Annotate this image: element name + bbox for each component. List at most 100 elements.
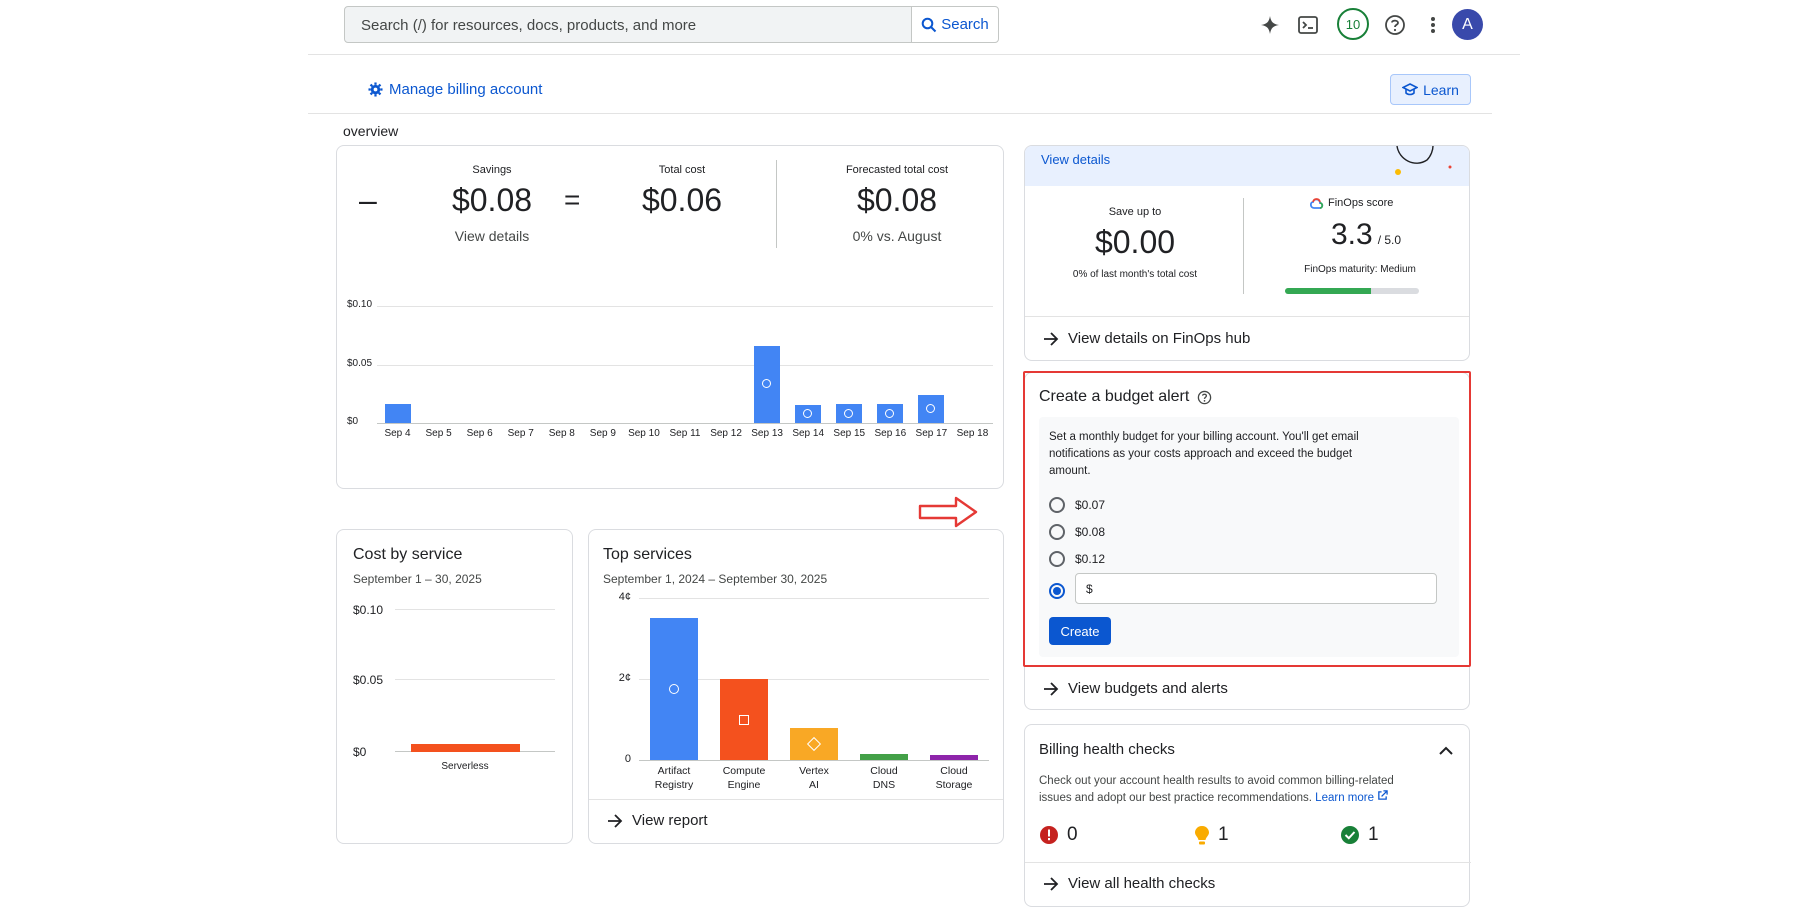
gridline xyxy=(395,679,555,680)
finops-score-label: FinOps score xyxy=(1328,197,1394,209)
gridline xyxy=(639,598,989,599)
health-errors: 0 xyxy=(1039,824,1078,846)
view-budgets-label: View budgets and alerts xyxy=(1068,680,1228,697)
search-input[interactable]: Search (/) for resources, docs, products… xyxy=(361,17,696,34)
arrow-forward-icon xyxy=(1044,331,1059,346)
forecast-value: $0.08 xyxy=(856,182,938,218)
bar-marker xyxy=(844,408,854,418)
savings-value: $0.08 xyxy=(451,182,533,218)
avatar[interactable]: A xyxy=(1452,9,1483,40)
budget-title-row: Create a budget alert xyxy=(1039,388,1212,406)
finops-divider xyxy=(1243,198,1244,294)
search-button-label: Search xyxy=(941,16,989,33)
budget-option-radio[interactable] xyxy=(1049,524,1065,540)
gemini-sparkle-icon[interactable] xyxy=(1257,12,1283,38)
header-divider xyxy=(308,54,1520,55)
health-description-block: Check out your account health results to… xyxy=(1039,773,1429,807)
forecast-label: Forecasted total cost xyxy=(845,164,949,176)
finops-maturity: FinOps maturity: Medium xyxy=(1304,264,1416,275)
help-icon[interactable] xyxy=(1382,12,1408,38)
billing-health-card: Billing health checks Check out your acc… xyxy=(1024,724,1471,907)
savings-view-details-link[interactable]: View details xyxy=(417,228,567,244)
budget-card: Create a budget alert Set a monthly budg… xyxy=(1023,371,1471,710)
create-budget-button[interactable]: Create xyxy=(1049,617,1111,645)
health-title: Billing health checks xyxy=(1039,741,1175,758)
cbs-category-label: Serverless xyxy=(441,761,489,772)
x-tick-label: Vertex AI xyxy=(799,765,829,791)
view-all-label: View all health checks xyxy=(1068,875,1216,892)
top-services-chart: 4¢ 2¢ 0 Artifact Registry Compute Engine Vert… xyxy=(589,590,1005,791)
budget-option-label: $0.08 xyxy=(1075,525,1106,539)
error-count: 0 xyxy=(1067,824,1078,845)
bar-marker xyxy=(885,408,895,418)
y-tick-label: 0 xyxy=(624,753,631,765)
view-budgets-link[interactable]: View budgets and alerts xyxy=(1043,680,1228,697)
search-button[interactable]: Search xyxy=(911,6,999,43)
finops-score-max: / 5.0 xyxy=(1377,233,1402,247)
finops-hub-link[interactable]: View details on FinOps hub xyxy=(1043,330,1250,347)
divider xyxy=(1025,862,1471,863)
daily-cost-bar[interactable] xyxy=(384,404,411,423)
illustration-icon xyxy=(1395,146,1452,175)
lightbulb-icon xyxy=(1195,825,1209,844)
service-cost-bar[interactable] xyxy=(930,755,978,760)
cbs-y-tick: $0 xyxy=(353,745,367,759)
arrow-forward-icon xyxy=(1044,876,1059,891)
equals-sign: = xyxy=(564,184,581,215)
school-icon xyxy=(1402,83,1419,96)
overview-card: – Savings $0.08 View details = Total cos… xyxy=(336,145,1004,489)
gridline xyxy=(395,609,555,610)
x-tick-label: Compute Engine xyxy=(722,765,766,791)
top-services-date: September 1, 2024 – September 30, 2025 xyxy=(603,572,828,586)
notifications-badge[interactable]: 10 xyxy=(1337,8,1369,40)
learn-button[interactable]: Learn xyxy=(1390,74,1471,105)
gridline xyxy=(377,364,993,366)
top-services-card: Top services September 1, 2024 – Septemb… xyxy=(588,529,1004,844)
avatar-letter: A xyxy=(1462,15,1473,33)
gridline xyxy=(377,423,993,424)
help-icon[interactable] xyxy=(1197,390,1212,405)
budget-custom-radio[interactable] xyxy=(1049,583,1065,599)
ok-count: 1 xyxy=(1368,824,1379,845)
x-tick-label: Cloud DNS xyxy=(870,765,898,791)
save-value: $0.00 xyxy=(1094,224,1176,260)
search-bar[interactable]: Search (/) for resources, docs, products… xyxy=(344,6,999,43)
y-tick-label: $0.10 xyxy=(347,299,373,310)
bar-marker xyxy=(739,714,749,725)
chevron-up-icon[interactable] xyxy=(1439,746,1453,755)
manage-billing-account-link[interactable]: Manage billing account xyxy=(368,81,542,98)
x-tick-label: Artifact Registry xyxy=(654,765,694,791)
health-warnings: 1 xyxy=(1194,824,1229,846)
budget-inner-panel: Set a monthly budget for your billing ac… xyxy=(1039,417,1459,657)
cloud-shell-icon[interactable] xyxy=(1295,12,1321,38)
y-tick-label: $0 xyxy=(347,416,359,427)
total-cost-value: $0.06 xyxy=(641,182,723,218)
cost-by-service-date: September 1 – 30, 2025 xyxy=(353,572,482,586)
manage-billing-label: Manage billing account xyxy=(389,81,543,98)
save-sub: 0% of last month's total cost xyxy=(1072,269,1198,280)
budget-amount-input[interactable]: $ xyxy=(1075,573,1437,604)
service-cost-bar[interactable] xyxy=(860,753,908,760)
gear-icon xyxy=(368,82,383,97)
view-report-link[interactable]: View report xyxy=(607,812,708,829)
finops-view-details-link[interactable]: View details xyxy=(1041,152,1110,167)
view-report-label: View report xyxy=(632,812,708,829)
budget-amount-placeholder: $ xyxy=(1086,582,1093,596)
gridline xyxy=(639,760,989,761)
more-vert-icon[interactable] xyxy=(1420,12,1446,38)
budget-option-radio[interactable] xyxy=(1049,497,1065,513)
total-cost-label: Total cost xyxy=(658,164,706,176)
y-tick-label: $0.05 xyxy=(347,357,373,369)
gridline xyxy=(377,306,993,307)
budget-option-radio[interactable] xyxy=(1049,551,1065,567)
learn-more-link[interactable]: Learn more xyxy=(1315,790,1388,804)
divider xyxy=(1025,316,1469,317)
finops-score-value: 3.3 xyxy=(1331,218,1373,251)
arrow-forward-icon xyxy=(1044,681,1059,696)
notifications-count: 10 xyxy=(1345,16,1361,32)
cost-by-service-card: Cost by service September 1 – 30, 2025 $… xyxy=(336,529,573,844)
view-all-health-checks-link[interactable]: View all health checks xyxy=(1043,875,1215,892)
budget-description: Set a monthly budget for your billing ac… xyxy=(1049,431,1359,477)
finops-hub-label: View details on FinOps hub xyxy=(1068,330,1251,347)
maturity-bar-fill xyxy=(1285,288,1371,294)
